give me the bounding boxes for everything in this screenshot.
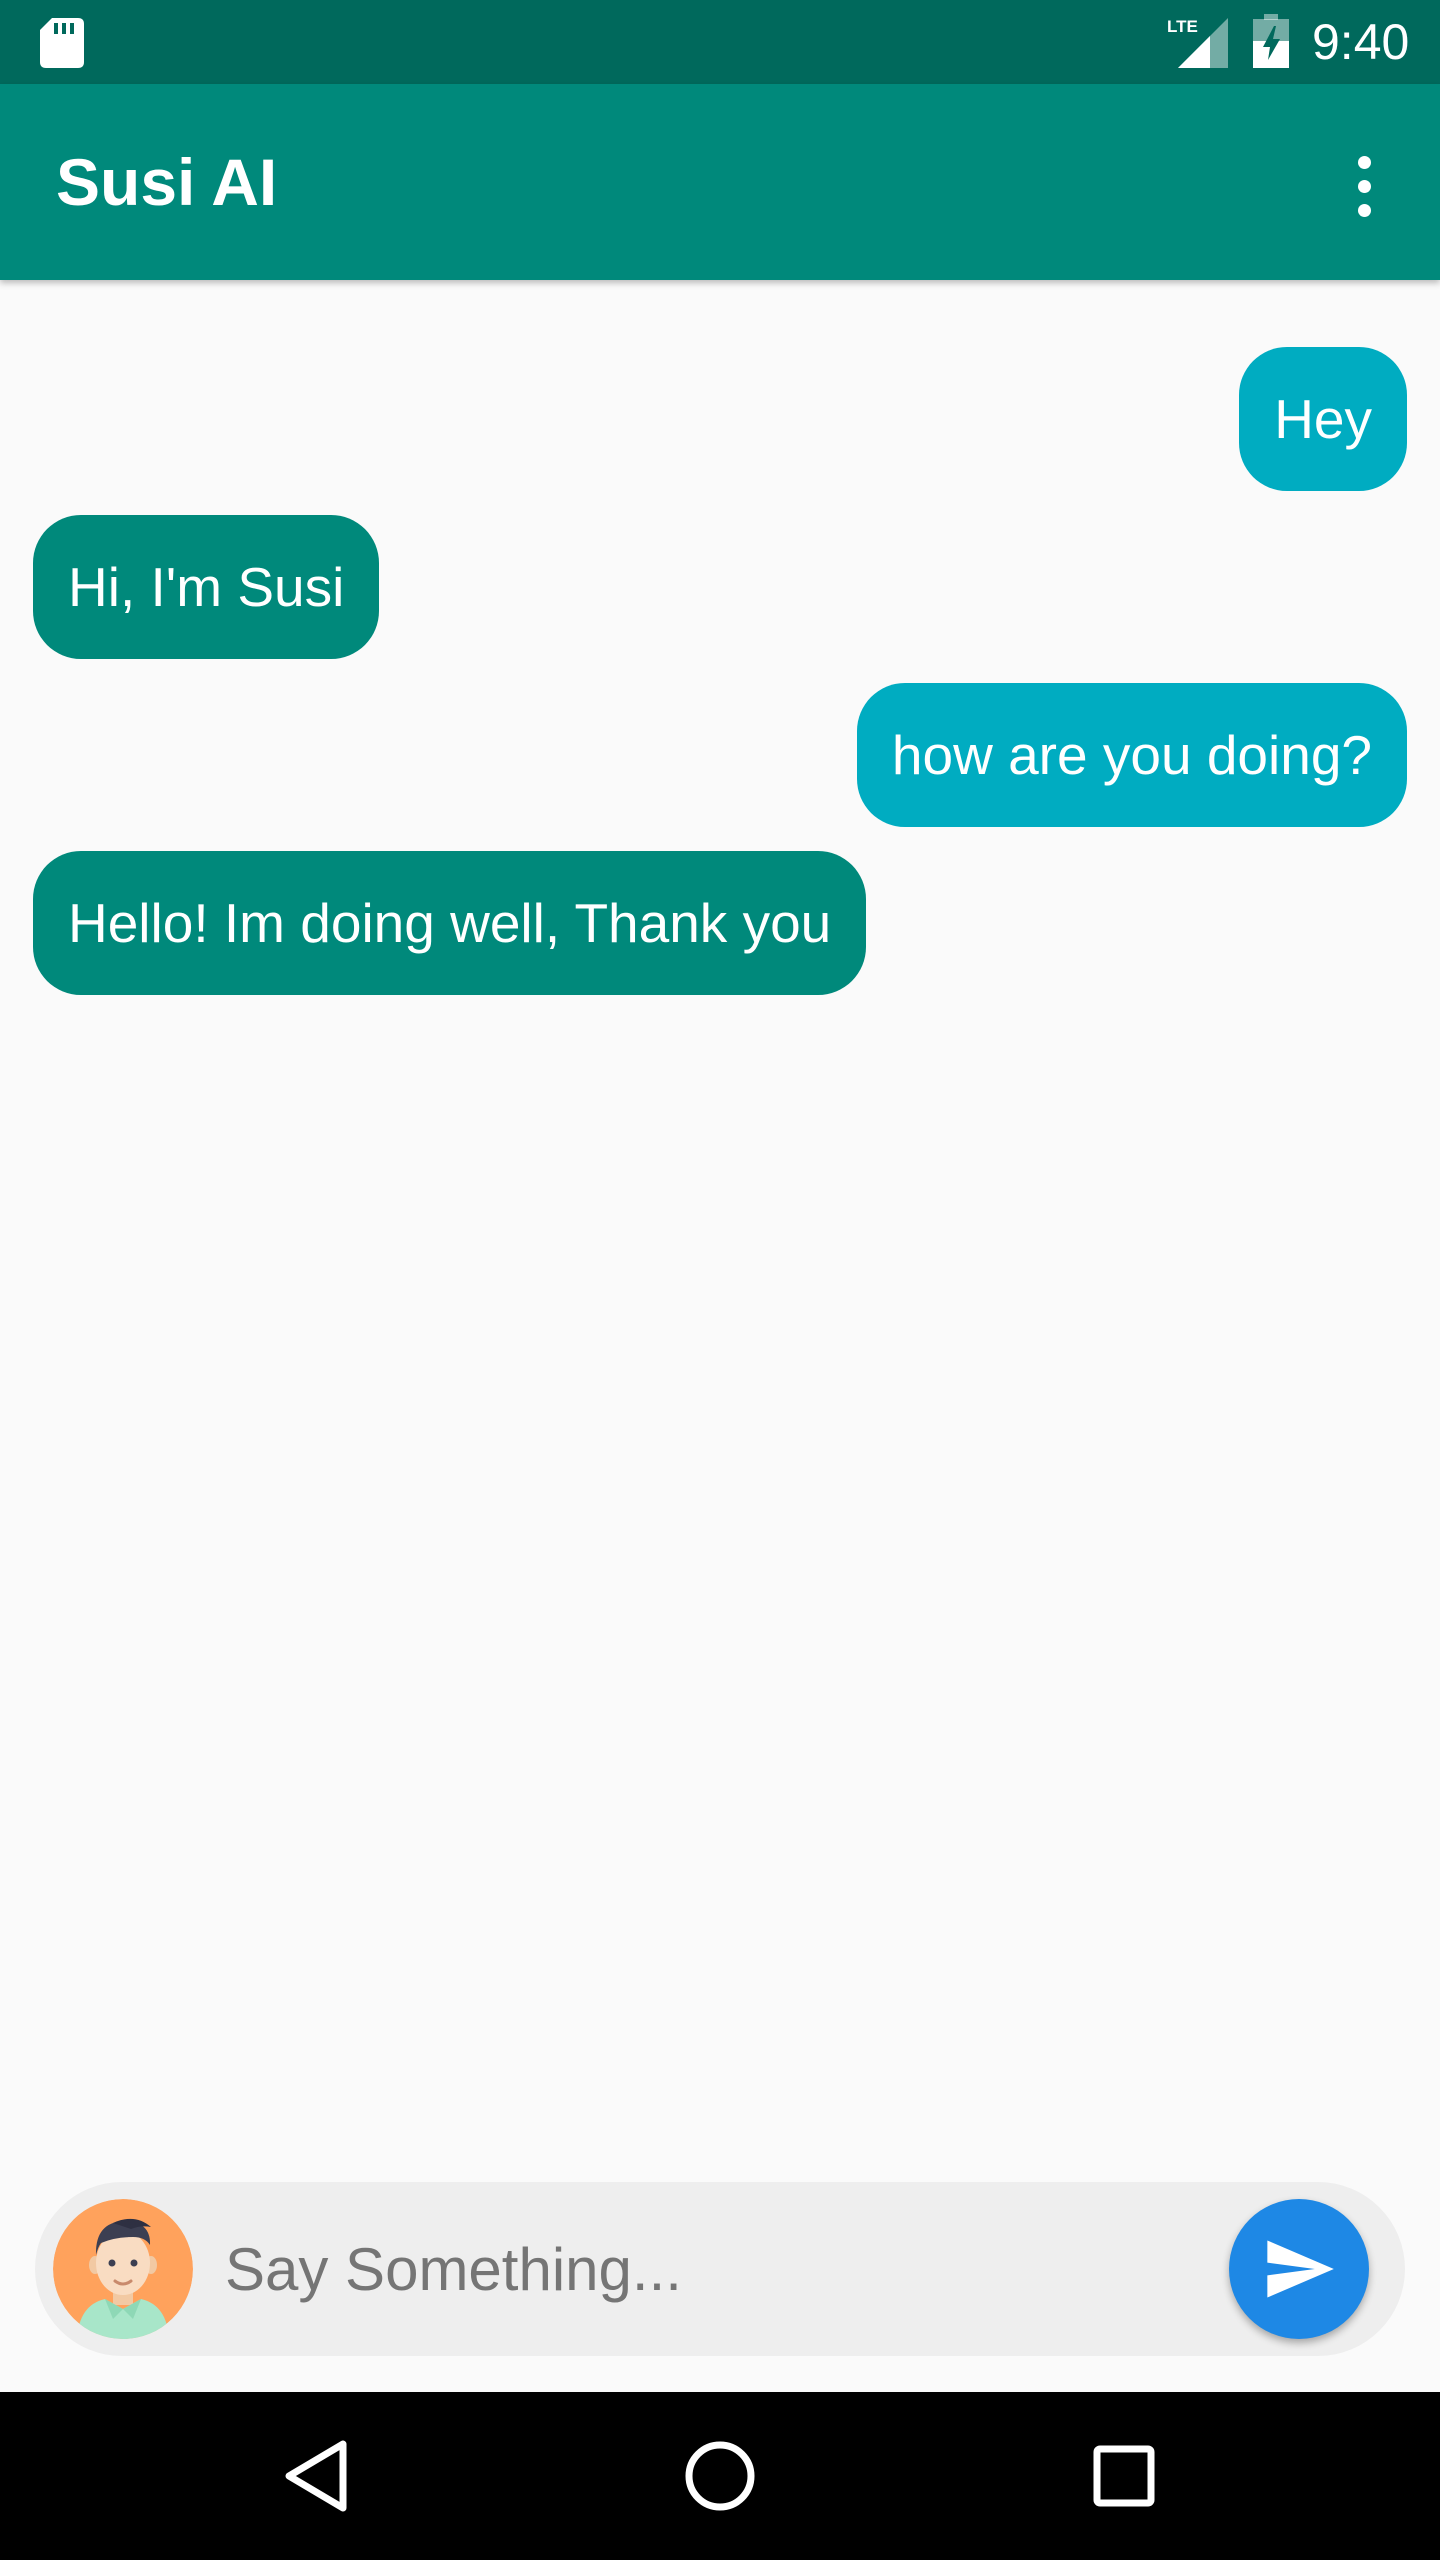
avatar-illustration (53, 2199, 193, 2339)
battery-charging-icon (1253, 14, 1289, 68)
back-button[interactable] (266, 2426, 366, 2526)
navigation-bar (0, 2392, 1440, 2560)
app-title: Susi AI (56, 145, 278, 219)
lte-label: LTE (1167, 17, 1198, 36)
sd-card-icon (40, 18, 84, 68)
user-avatar-icon[interactable] (53, 2199, 193, 2339)
chat-message-list[interactable]: Hey Hi, I'm Susi how are you doing? Hell… (0, 280, 1440, 2170)
recents-button[interactable] (1074, 2426, 1174, 2526)
recents-icon (1093, 2445, 1155, 2507)
status-time: 9:40 (1312, 14, 1410, 70)
app-bar: Susi AI (0, 84, 1440, 280)
more-vert-icon[interactable] (1332, 144, 1396, 228)
menu-dot (1357, 179, 1371, 193)
status-bar: LTE 9:40 (0, 0, 1440, 84)
send-button[interactable] (1229, 2199, 1369, 2339)
bot-message-bubble[interactable]: Hi, I'm Susi (33, 515, 380, 659)
user-message-bubble[interactable]: Hey (1239, 347, 1407, 491)
send-icon (1267, 2240, 1334, 2298)
back-icon (285, 2440, 347, 2512)
message-composer (35, 2182, 1405, 2356)
home-button[interactable] (670, 2426, 770, 2526)
bot-message-bubble[interactable]: Hello! Im doing well, Thank you (33, 851, 867, 995)
user-message-bubble[interactable]: how are you doing? (856, 683, 1407, 827)
message-input[interactable] (225, 2219, 1205, 2319)
menu-dot (1357, 203, 1371, 217)
menu-dot (1357, 155, 1371, 169)
lte-signal-icon: LTE (1167, 17, 1228, 68)
home-icon (685, 2441, 755, 2511)
